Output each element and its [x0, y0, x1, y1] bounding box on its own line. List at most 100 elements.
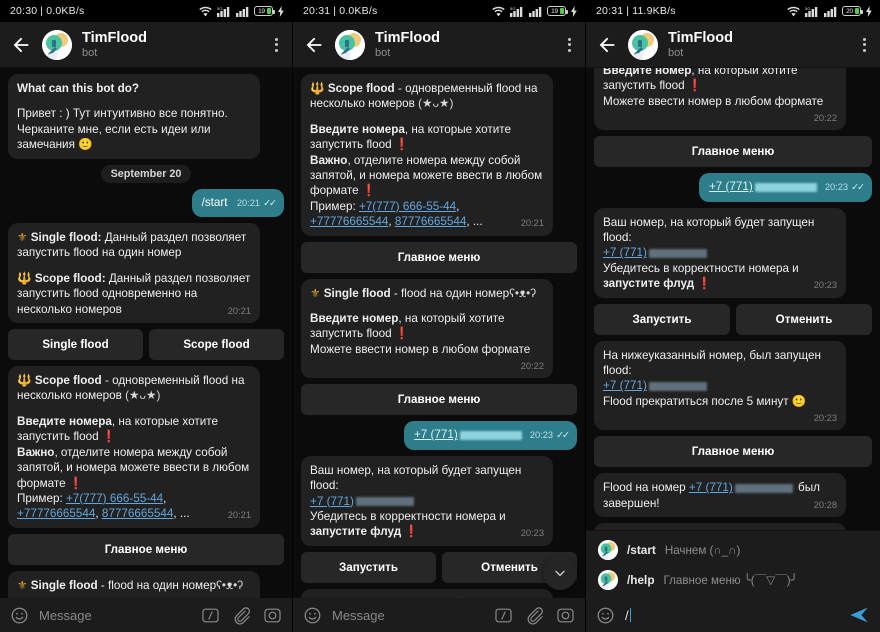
read-receipt-icon: ✓✓	[263, 197, 277, 209]
charging-bolt-icon	[866, 5, 872, 17]
emoji-smiley-icon[interactable]	[596, 606, 615, 625]
camera-icon[interactable]	[263, 606, 282, 625]
emoji-smiley-icon[interactable]	[10, 606, 29, 625]
read-receipt-icon: ✓✓	[851, 182, 865, 194]
flood-stop-notice: Flood прекратиться после 5 минут 🙂	[603, 394, 807, 408]
keyboard-row: Главное меню	[594, 436, 872, 468]
chat-scroll-area-3[interactable]: Введите номер, на который хотите запусти…	[586, 68, 880, 530]
text-caret	[629, 607, 631, 622]
date-separator: September 20	[100, 164, 192, 183]
search-input[interactable]: Message	[332, 608, 484, 623]
trident-icon: 🔱	[310, 82, 325, 95]
back-arrow-icon[interactable]	[596, 34, 618, 56]
avatar[interactable]	[628, 29, 658, 60]
message-input-value: /	[625, 607, 629, 623]
search-input[interactable]: Message	[39, 608, 191, 623]
redacted-phone-block	[734, 483, 793, 493]
example-phone-1[interactable]: +7(777) 666-55-44	[66, 492, 163, 505]
camera-icon[interactable]	[556, 606, 575, 625]
example-phone-2[interactable]: +77776665544	[310, 215, 388, 228]
your-number-bubble: Ваш номер, на который будет запущен floo…	[594, 207, 846, 298]
launch-button[interactable]: Запустить	[594, 303, 730, 335]
redacted-phone-block	[754, 182, 817, 192]
status-separator: |	[333, 5, 337, 17]
example-phone-3[interactable]: 87776665544	[395, 215, 467, 228]
kebab-menu-icon[interactable]	[561, 34, 577, 56]
fleur-de-lis-icon: ⚜	[17, 231, 28, 245]
slash-command-icon[interactable]	[494, 606, 513, 625]
single-flood-button[interactable]: Single flood	[8, 329, 143, 361]
battery-level-fill	[560, 8, 564, 14]
slash-command-icon[interactable]	[201, 606, 220, 625]
example-phone-2[interactable]: +77776665544	[17, 507, 95, 520]
chevron-down-icon	[555, 570, 565, 577]
signal-bars-icon-2	[529, 6, 542, 17]
paperclip-icon[interactable]	[232, 606, 251, 625]
important-bold: Важно	[17, 445, 55, 459]
back-arrow-icon[interactable]	[303, 34, 325, 56]
signal-bars-icon-2	[824, 6, 837, 17]
date-separator-row: September 20	[8, 164, 284, 183]
message-time: 20:23	[813, 280, 837, 291]
paperclip-icon[interactable]	[525, 606, 544, 625]
single-header: Single flood	[30, 578, 98, 592]
back-arrow-icon[interactable]	[10, 34, 32, 56]
status-left: 20:31 | 11.9KB/s	[596, 5, 676, 17]
message-time: 20:21	[520, 218, 544, 229]
single-any-format: Можете ввести номер в любом формате	[310, 342, 531, 356]
main-menu-button[interactable]: Главное меню	[594, 136, 872, 168]
svg-text:5G: 5G	[510, 6, 516, 11]
single-flood-instructions-bubble: ⚜ Single flood - flood на один номерʕ•ᴥ•…	[8, 570, 260, 598]
user-phone-number[interactable]: +7 (771)	[414, 428, 458, 441]
exclamation-icon: ❗	[394, 327, 410, 341]
main-menu-button[interactable]: Главное меню	[8, 533, 284, 565]
user-phone-number[interactable]: +7 (771)	[709, 180, 753, 193]
example-phone-1[interactable]: +7(777) 666-55-44	[359, 200, 456, 213]
message-row: На нижеуказанный номер, был запущен floo…	[301, 588, 577, 598]
single-kaomoji: ʕ•ᴥ•ʔ	[216, 578, 244, 592]
user-phone-number[interactable]: +7 (771)	[603, 246, 647, 259]
user-phone-number[interactable]: +7 (771)	[689, 481, 733, 494]
emoji-smiley-icon[interactable]	[303, 606, 322, 625]
screenshot-root: 20:30 | 0.0KB/s 5G 19 TimFlood bot What …	[0, 0, 880, 632]
main-menu-button[interactable]: Главное меню	[301, 241, 577, 273]
battery-icon: 20	[842, 6, 863, 16]
app-bar: TimFlood bot	[586, 22, 880, 68]
launch-button[interactable]: Запустить	[301, 551, 436, 583]
input-actions	[201, 606, 282, 625]
example-phone-3[interactable]: 87776665544	[102, 507, 174, 520]
avatar	[598, 540, 618, 560]
charging-bolt-icon	[278, 5, 284, 17]
confirm-line-plain: Убедитесь в корректности номера и	[603, 261, 799, 275]
main-menu-button[interactable]: Главное меню	[594, 436, 872, 468]
status-clock: 20:31	[303, 5, 331, 17]
cancel-button[interactable]: Отменить	[736, 303, 872, 335]
single-enter-bold: Введите номер	[310, 312, 399, 326]
message-row: ⚜ Single flood: Данный раздел позволяет …	[8, 223, 284, 324]
suggestion-help[interactable]: /help Главное меню ╰(￣▽￣)╯	[586, 565, 880, 595]
kebab-menu-icon[interactable]	[856, 34, 872, 56]
fleur-de-lis-icon: ⚜	[310, 286, 321, 300]
kebab-menu-icon[interactable]	[268, 34, 284, 56]
avatar[interactable]	[335, 29, 365, 60]
search-input[interactable]: /	[625, 607, 838, 623]
outgoing-start-bubble: /start 20:21 ✓✓	[191, 188, 284, 218]
suggestion-command: /help	[627, 573, 655, 587]
phone-screen-2: 20:31 | 0.0KB/s 5G 19 TimFlood bot 🔱 Sco…	[293, 0, 586, 632]
scroll-to-bottom-button[interactable]	[543, 556, 577, 590]
main-menu-button[interactable]: Главное меню	[301, 384, 577, 416]
chat-scroll-area-1[interactable]: What can this bot do? Привет : ) Тут инт…	[0, 68, 292, 598]
send-icon[interactable]	[848, 604, 870, 626]
wifi-icon	[199, 6, 212, 16]
avatar[interactable]	[42, 29, 72, 60]
launched-line: На нижеуказанный номер, был запущен floo…	[310, 597, 528, 598]
wifi-icon	[492, 6, 505, 16]
scope-flood-button[interactable]: Scope flood	[149, 329, 284, 361]
suggestion-start[interactable]: /start Начнем (∩_∩)	[586, 535, 880, 565]
user-phone-number[interactable]: +7 (771)	[603, 379, 647, 392]
message-time: 20:23	[813, 413, 837, 424]
message-row: Ваш номер, на который будет запущен floo…	[301, 455, 577, 546]
chat-scroll-area-2[interactable]: 🔱 Scope flood - одновременный flood на н…	[293, 68, 585, 598]
what-can-bot-do-text: What can this bot do?	[17, 82, 140, 95]
user-phone-number[interactable]: +7 (771)	[310, 495, 354, 508]
